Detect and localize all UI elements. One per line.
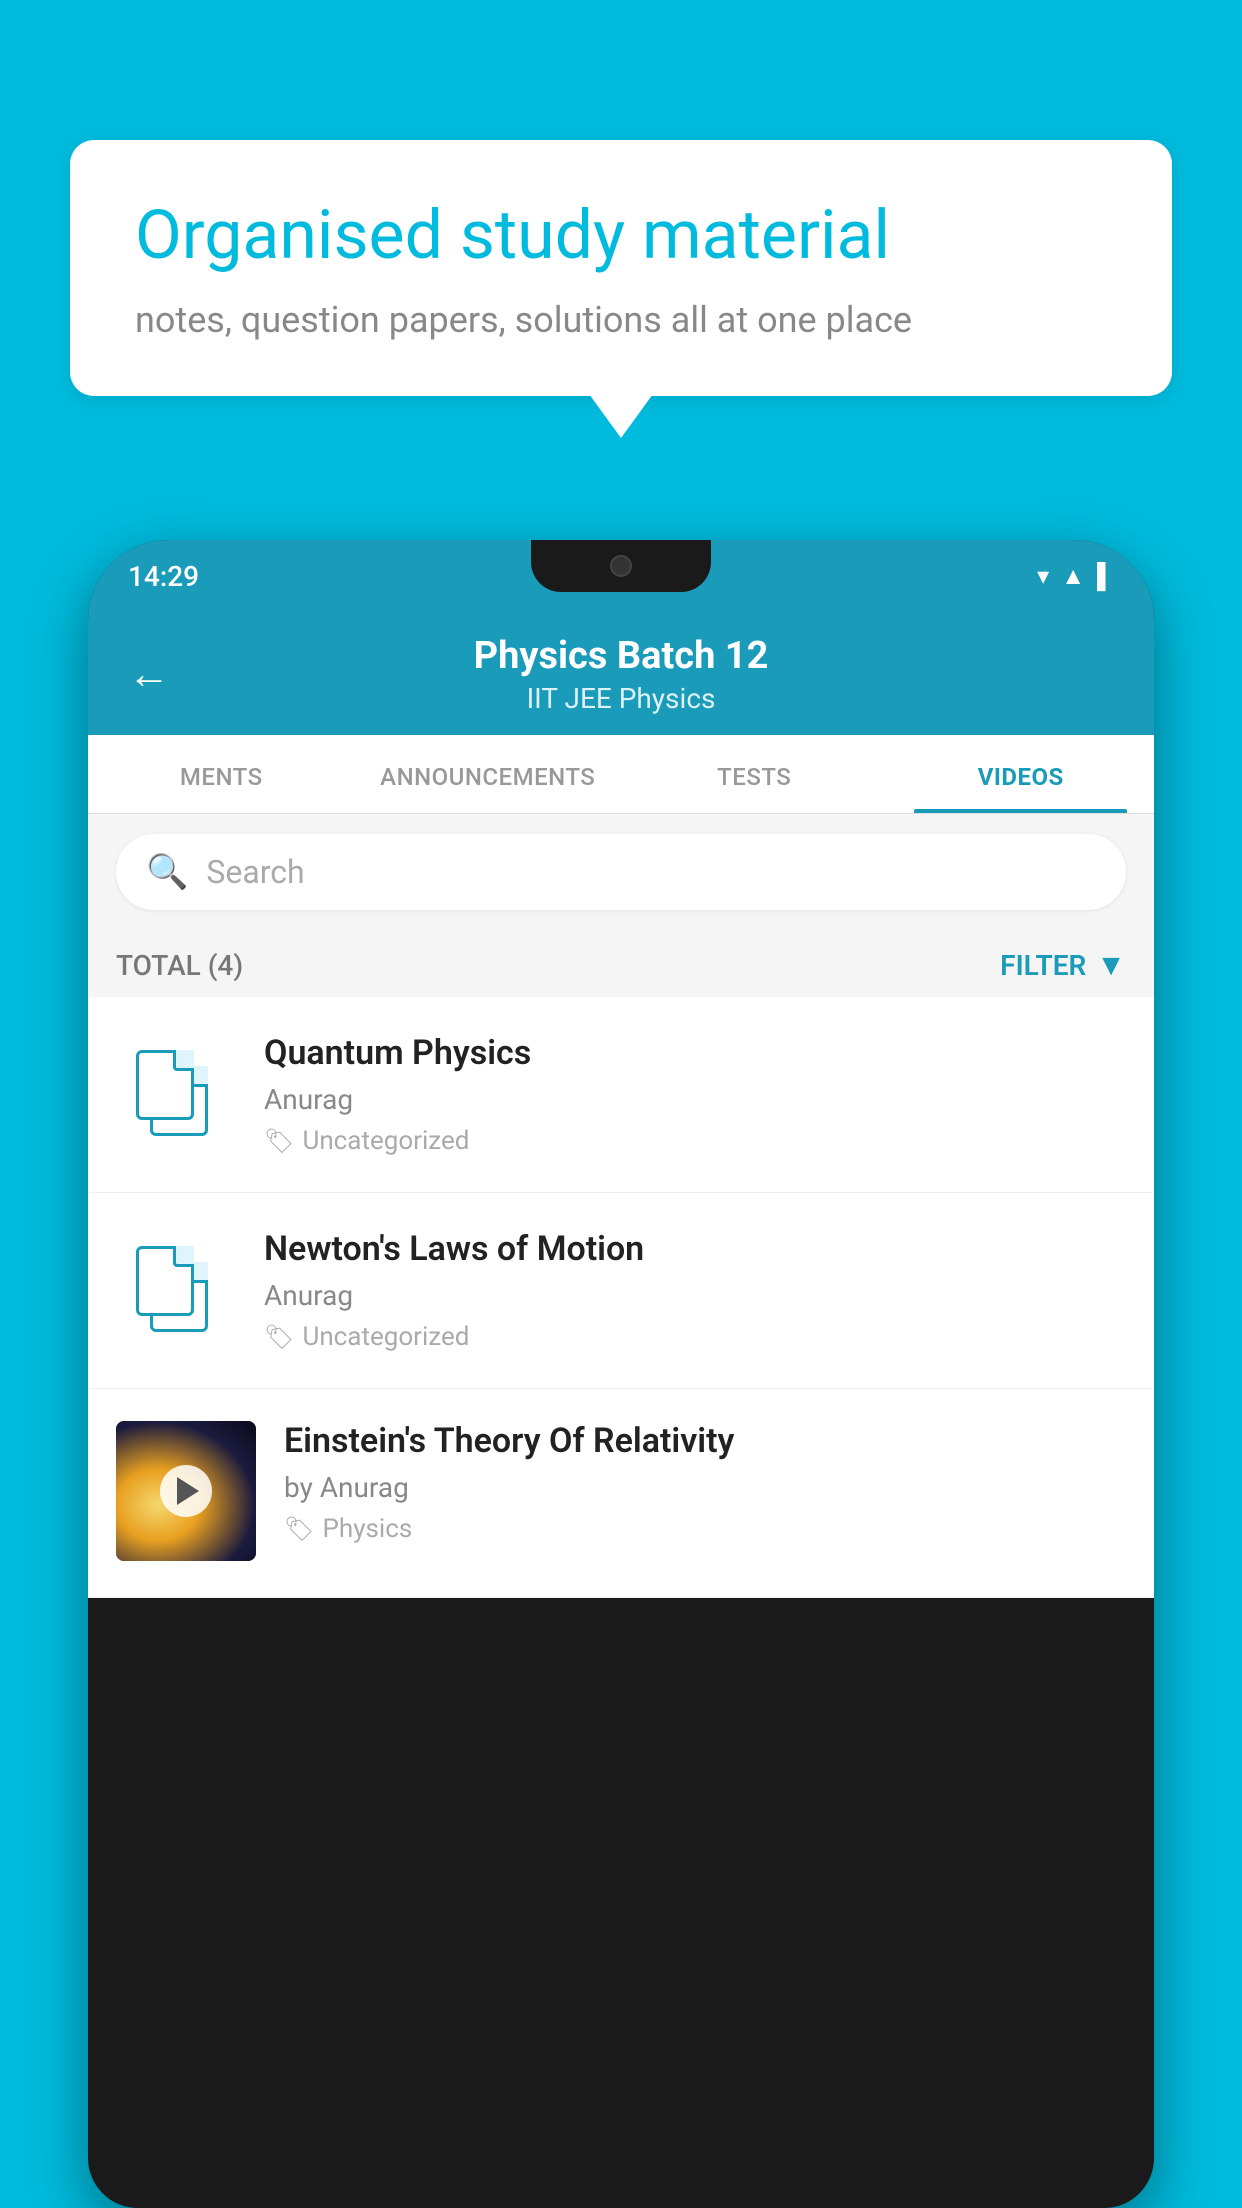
signal-icon: ▲ [1061,562,1085,591]
video-author: by Anurag [284,1471,1126,1504]
wifi-icon: ▾ [1037,562,1049,590]
video-author: Anurag [264,1279,1126,1312]
search-bar[interactable]: 🔍 Search [116,834,1126,910]
status-icons: ▾ ▲ ▌ [1037,562,1114,591]
video-tag: 🏷 Uncategorized [264,1126,1126,1156]
tag-icon: 🏷 [264,1127,294,1155]
tab-videos[interactable]: VIDEOS [888,735,1155,813]
back-button[interactable]: ← [128,650,170,699]
tabs-bar: MENTS ANNOUNCEMENTS TESTS VIDEOS [88,735,1154,814]
video-info: Quantum Physics Anurag 🏷 Uncategorized [264,1033,1126,1156]
file-icon-wrap [116,1045,236,1145]
list-item[interactable]: Einstein's Theory Of Relativity by Anura… [88,1389,1154,1598]
file-page-front [136,1050,194,1120]
app-header: ← Physics Batch 12 IIT JEE Physics [88,612,1154,735]
tab-tests[interactable]: TESTS [621,735,888,813]
header-subtitle: IIT JEE Physics [200,682,1042,715]
header-title-block: Physics Batch 12 IIT JEE Physics [200,634,1042,715]
video-info: Einstein's Theory Of Relativity by Anura… [284,1421,1126,1544]
status-bar: 14:29 ▾ ▲ ▌ [88,540,1154,612]
speech-bubble-subtext: notes, question papers, solutions all at… [135,299,1107,341]
header-main-title: Physics Batch 12 [200,634,1042,678]
video-thumbnail [116,1421,256,1561]
video-title: Einstein's Theory Of Relativity [284,1421,1126,1461]
search-icon: 🔍 [146,852,188,892]
filter-button[interactable]: FILTER ▼ [1000,948,1126,983]
video-author: Anurag [264,1083,1126,1116]
filter-row: TOTAL (4) FILTER ▼ [88,930,1154,997]
battery-icon: ▌ [1097,562,1114,591]
video-title: Newton's Laws of Motion [264,1229,1126,1269]
list-item[interactable]: Newton's Laws of Motion Anurag 🏷 Uncateg… [88,1193,1154,1389]
filter-icon: ▼ [1096,948,1126,983]
tag-icon: 🏷 [284,1515,314,1543]
tag-label: Uncategorized [302,1126,469,1156]
file-icon-wrap [116,1241,236,1341]
speech-bubble: Organised study material notes, question… [70,140,1172,396]
video-tag: 🏷 Physics [284,1514,1126,1544]
total-label: TOTAL (4) [116,949,243,982]
tag-icon: 🏷 [264,1323,294,1351]
file-stack-icon [136,1246,216,1336]
video-title: Quantum Physics [264,1033,1126,1073]
camera-dot [610,555,632,577]
filter-label: FILTER [1000,949,1086,982]
speech-bubble-container: Organised study material notes, question… [70,140,1172,396]
phone-frame: 14:29 ▾ ▲ ▌ ← Physics Batch 12 IIT JEE P… [88,540,1154,2208]
speech-bubble-heading: Organised study material [135,195,1107,277]
search-placeholder: Search [206,853,304,891]
play-triangle [177,1477,199,1505]
search-bar-container: 🔍 Search [88,814,1154,930]
tag-label: Uncategorized [302,1322,469,1352]
list-item[interactable]: Quantum Physics Anurag 🏷 Uncategorized [88,997,1154,1193]
tag-label: Physics [322,1514,412,1544]
videos-list: Quantum Physics Anurag 🏷 Uncategorized N… [88,997,1154,1598]
file-page-front [136,1246,194,1316]
notch [531,540,711,592]
video-tag: 🏷 Uncategorized [264,1322,1126,1352]
tab-announcements[interactable]: ANNOUNCEMENTS [355,735,622,813]
tab-ments[interactable]: MENTS [88,735,355,813]
play-icon [160,1465,212,1517]
status-time: 14:29 [128,560,199,593]
video-info: Newton's Laws of Motion Anurag 🏷 Uncateg… [264,1229,1126,1352]
file-stack-icon [136,1050,216,1140]
